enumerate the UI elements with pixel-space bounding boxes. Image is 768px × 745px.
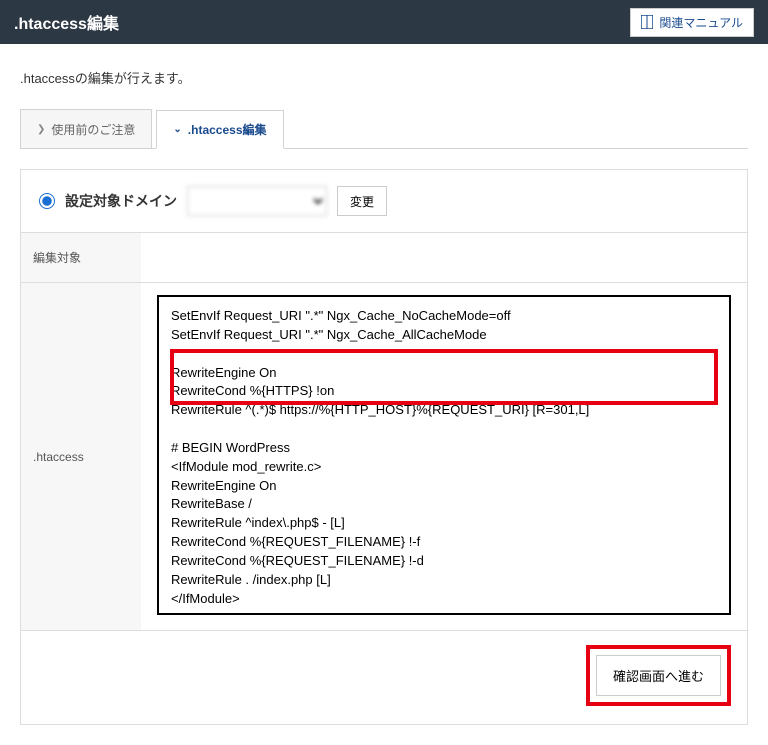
related-manual-label: 関連マニュアル — [659, 14, 743, 31]
edit-target-value — [157, 248, 495, 263]
htaccess-row: .htaccess — [21, 283, 747, 631]
textarea-wrapper — [157, 295, 731, 618]
htaccess-body — [141, 283, 747, 630]
domain-row: 設定対象ドメイン 変更 — [21, 170, 747, 233]
edit-target-body — [141, 233, 747, 282]
book-icon — [641, 15, 653, 29]
tab-htaccess-edit-label: .htaccess編集 — [188, 121, 267, 138]
chevron-down-icon: ⌄ — [173, 124, 181, 135]
settings-panel: 設定対象ドメイン 変更 編集対象 .htaccess — [20, 169, 748, 725]
edit-target-label: 編集対象 — [21, 233, 141, 282]
related-manual-button[interactable]: 関連マニュアル — [630, 8, 754, 37]
domain-radio[interactable] — [39, 193, 55, 209]
content-area: .htaccessの編集が行えます。 ❯ 使用前のご注意 ⌄ .htaccess… — [0, 44, 768, 745]
edit-target-row: 編集対象 — [21, 233, 747, 283]
page-header: .htaccess編集 関連マニュアル — [0, 0, 768, 44]
change-button[interactable]: 変更 — [337, 186, 387, 216]
domain-select[interactable] — [187, 186, 327, 216]
footer-row: 確認画面へ進む — [21, 631, 747, 724]
tab-precautions[interactable]: ❯ 使用前のご注意 — [20, 109, 152, 148]
confirm-button[interactable]: 確認画面へ進む — [596, 655, 721, 696]
tab-bar: ❯ 使用前のご注意 ⌄ .htaccess編集 — [20, 109, 748, 149]
htaccess-label: .htaccess — [21, 283, 141, 630]
page-description: .htaccessの編集が行えます。 — [20, 68, 748, 87]
domain-label: 設定対象ドメイン — [65, 191, 177, 211]
highlight-box-confirm: 確認画面へ進む — [586, 645, 731, 706]
tab-htaccess-edit[interactable]: ⌄ .htaccess編集 — [156, 110, 283, 149]
chevron-right-icon: ❯ — [37, 124, 45, 135]
page-title: .htaccess編集 — [14, 10, 119, 34]
tab-precautions-label: 使用前のご注意 — [51, 121, 135, 138]
htaccess-textarea[interactable] — [157, 295, 731, 615]
